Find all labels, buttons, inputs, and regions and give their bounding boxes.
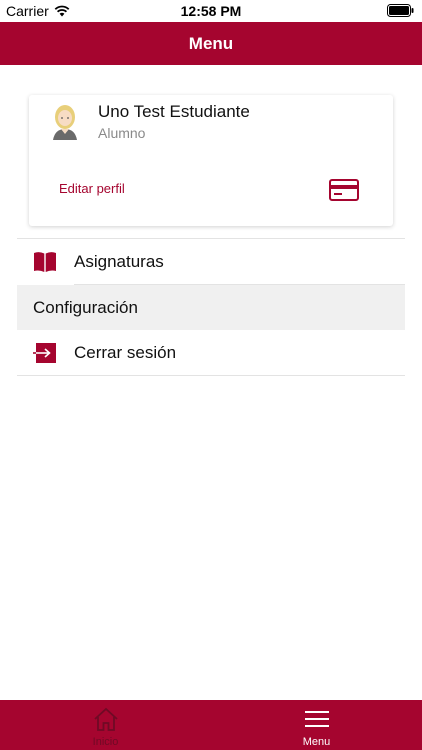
menu-item-asignaturas[interactable]: Asignaturas <box>17 239 405 284</box>
page-title: Menu <box>188 33 234 53</box>
book-icon <box>34 251 56 272</box>
battery-icon <box>387 4 414 17</box>
menu-item-label: Configuración <box>33 297 138 317</box>
profile-card: Uno Test Estudiante Alumno Editar perfil <box>29 95 393 226</box>
app-header: Menu <box>0 22 422 65</box>
edit-profile-link[interactable]: Editar perfil <box>59 181 125 196</box>
menu-item-configuracion[interactable]: Configuración <box>17 285 405 330</box>
logout-icon <box>33 342 56 363</box>
divider <box>17 375 405 376</box>
tab-menu[interactable]: Menu <box>211 700 422 750</box>
status-time: 12:58 PM <box>180 3 242 19</box>
menu-item-label: Cerrar sesión <box>74 342 177 362</box>
menu-item-cerrar-sesion[interactable]: Cerrar sesión <box>17 330 405 375</box>
avatar <box>53 105 77 140</box>
tab-inicio[interactable]: Inicio <box>0 700 211 750</box>
menu-item-label: Asignaturas <box>74 251 164 271</box>
hamburger-icon <box>304 711 329 727</box>
tab-label: Inicio <box>92 736 119 748</box>
profile-role: Alumno <box>98 125 146 141</box>
tab-bar: Inicio Menu <box>0 700 422 750</box>
tab-label: Menu <box>302 736 331 748</box>
profile-name: Uno Test Estudiante <box>98 102 250 121</box>
status-bar: Carrier 12:58 PM <box>0 0 422 22</box>
credit-card-icon[interactable] <box>329 179 359 201</box>
home-icon <box>93 707 118 731</box>
